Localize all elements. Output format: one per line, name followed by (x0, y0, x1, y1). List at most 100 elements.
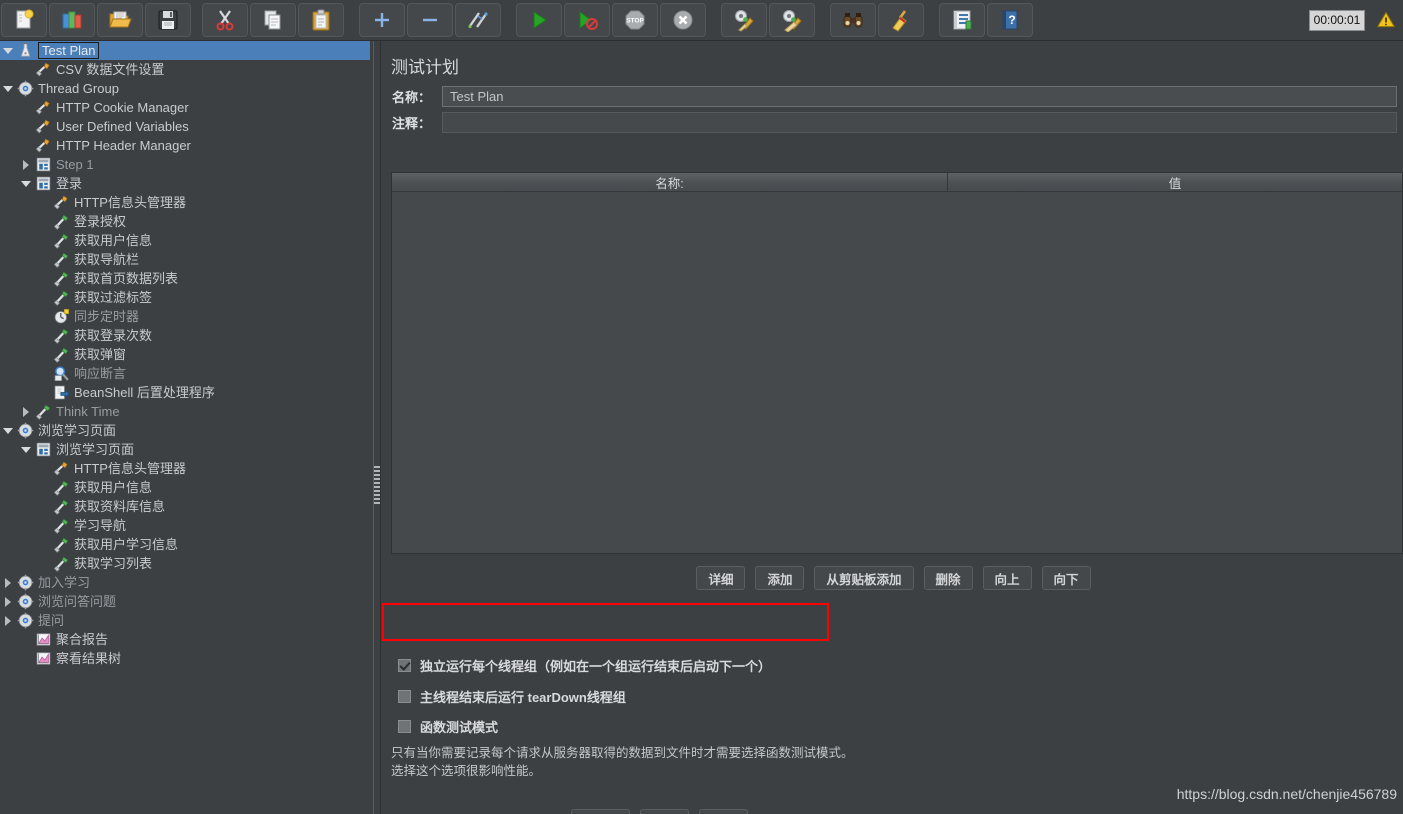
chevron-right-icon[interactable] (0, 573, 16, 592)
templates-button[interactable] (49, 3, 95, 37)
name-label: 名称： (392, 90, 432, 105)
checkbox-functional-mode[interactable]: 函数测试模式 (398, 717, 498, 736)
tree-item[interactable]: 浏览学习页面 (0, 421, 370, 440)
tree-item[interactable]: 学习导航 (0, 516, 370, 535)
chevron-down-icon[interactable] (18, 174, 34, 193)
tree-item[interactable]: Thread Group (0, 79, 370, 98)
warning-indicator[interactable] (1375, 10, 1397, 30)
tree-item-icon (52, 193, 71, 212)
tree-item[interactable]: HTTP信息头管理器 (0, 193, 370, 212)
tree-item[interactable]: 提问 (0, 611, 370, 630)
new-button[interactable] (1, 3, 47, 37)
move-up-button[interactable]: 向上 (982, 566, 1032, 590)
tree-item[interactable]: Test Plan (0, 41, 370, 60)
chevron-right-icon[interactable] (0, 592, 16, 611)
reset-search-button[interactable] (878, 3, 924, 37)
user-defined-variables-table[interactable]: 名称: 值 (391, 172, 1403, 554)
tree-item[interactable]: HTTP信息头管理器 (0, 459, 370, 478)
classpath-clear-button[interactable]: 清除 (699, 809, 749, 814)
chevron-down-icon[interactable] (0, 41, 16, 60)
expand-all-button[interactable] (359, 3, 405, 37)
tree-item[interactable]: Step 1 (0, 155, 370, 174)
classpath-delete-button[interactable]: 删除 (640, 809, 690, 814)
run-teardown-checkbox[interactable] (398, 690, 411, 703)
elapsed-timer: 00:00:01 (1309, 9, 1365, 31)
open-button[interactable] (97, 3, 143, 37)
name-input[interactable] (442, 86, 1397, 107)
chevron-down-icon[interactable] (0, 79, 16, 98)
cut-button[interactable] (202, 3, 248, 37)
chevron-right-icon[interactable] (18, 402, 34, 421)
collapse-all-button[interactable] (407, 3, 453, 37)
tree-item-label: 获取学习列表 (74, 556, 153, 571)
tree-item[interactable]: 浏览学习页面 (0, 440, 370, 459)
copy-button[interactable] (250, 3, 296, 37)
open-folder-icon (109, 11, 132, 28)
clear-all-button[interactable] (769, 3, 815, 37)
checkbox-run-teardown[interactable]: 主线程结束后运行 tearDown线程组 (398, 687, 626, 706)
tree-item[interactable]: 获取学习列表 (0, 554, 370, 573)
tree-item[interactable]: 获取用户学习信息 (0, 535, 370, 554)
tree-item[interactable]: BeanShell 后置处理程序 (0, 383, 370, 402)
chevron-down-icon[interactable] (0, 421, 16, 440)
clear-button[interactable] (721, 3, 767, 37)
test-plan-tree[interactable]: Test Plan CSV 数据文件设置 Thread Group HTTP Cook… (0, 41, 370, 814)
split-pane-divider[interactable] (370, 41, 384, 814)
tree-item[interactable]: 获取过滤标签 (0, 288, 370, 307)
tree-item[interactable]: 响应断言 (0, 364, 370, 383)
tree-item[interactable]: 浏览问答问题 (0, 592, 370, 611)
column-header-value[interactable]: 值 (948, 173, 1402, 192)
browse-button[interactable]: 浏览... (570, 809, 631, 814)
tree-item[interactable]: 同步定时器 (0, 307, 370, 326)
tree-item[interactable]: 获取用户信息 (0, 231, 370, 250)
tree-item-icon (34, 649, 53, 668)
checkbox-run-consecutively[interactable]: 独立运行每个线程组（例如在一个组运行结束后启动下一个） (398, 656, 771, 675)
save-button[interactable] (145, 3, 191, 37)
functional-mode-hint-line1: 只有当你需要记录每个请求从服务器取得的数据到文件时才需要选择函数测试模式。 (391, 746, 854, 760)
tree-item[interactable]: 获取用户信息 (0, 478, 370, 497)
tree-item[interactable]: 获取资料库信息 (0, 497, 370, 516)
tree-item[interactable]: HTTP Cookie Manager (0, 98, 370, 117)
chevron-right-icon[interactable] (18, 155, 34, 174)
move-down-button[interactable]: 向下 (1041, 566, 1091, 590)
add-button[interactable]: 添加 (755, 566, 805, 590)
table-body[interactable] (392, 192, 1402, 553)
tree-item[interactable]: User Defined Variables (0, 117, 370, 136)
chevron-down-icon[interactable] (18, 440, 34, 459)
toggle-button[interactable] (455, 3, 501, 37)
start-button[interactable] (516, 3, 562, 37)
search-button[interactable] (830, 3, 876, 37)
functional-test-mode-checkbox[interactable] (398, 720, 411, 733)
tree-item[interactable]: 聚合报告 (0, 630, 370, 649)
tree-item[interactable]: 登录 (0, 174, 370, 193)
sampler-icon (53, 252, 69, 268)
tree-item[interactable]: HTTP Header Manager (0, 136, 370, 155)
shutdown-button[interactable] (660, 3, 706, 37)
divider-grip[interactable] (374, 466, 380, 506)
tree-item[interactable]: 登录授权 (0, 212, 370, 231)
start-no-pauses-button[interactable] (564, 3, 610, 37)
comment-input[interactable] (442, 112, 1397, 133)
function-helper-button[interactable] (939, 3, 985, 37)
tree-item[interactable]: 获取导航栏 (0, 250, 370, 269)
column-header-name[interactable]: 名称: (392, 173, 948, 192)
tree-item[interactable]: CSV 数据文件设置 (0, 60, 370, 79)
run-thread-groups-consecutively-checkbox[interactable] (398, 659, 411, 672)
tree-item[interactable]: 获取登录次数 (0, 326, 370, 345)
tree-item[interactable]: 获取首页数据列表 (0, 269, 370, 288)
tree-item[interactable]: Think Time (0, 402, 370, 421)
tree-item-label: Thread Group (38, 81, 119, 96)
detail-button[interactable]: 详细 (696, 566, 746, 590)
tree-item[interactable]: 察看结果树 (0, 649, 370, 668)
chevron-right-icon[interactable] (0, 611, 16, 630)
add-from-clipboard-button[interactable]: 从剪贴板添加 (814, 566, 914, 590)
classpath-row: 添加目录或jar包到ClassPath 浏览...删除清除 (391, 809, 749, 814)
delete-button[interactable]: 删除 (923, 566, 973, 590)
tree-item-icon (52, 554, 71, 573)
tree-item[interactable]: 获取弹窗 (0, 345, 370, 364)
paste-button[interactable] (298, 3, 344, 37)
help-button[interactable]: ? (987, 3, 1033, 37)
stop-button[interactable]: STOP (612, 3, 658, 37)
tree-item-label: 登录 (56, 176, 83, 191)
tree-item[interactable]: 加入学习 (0, 573, 370, 592)
